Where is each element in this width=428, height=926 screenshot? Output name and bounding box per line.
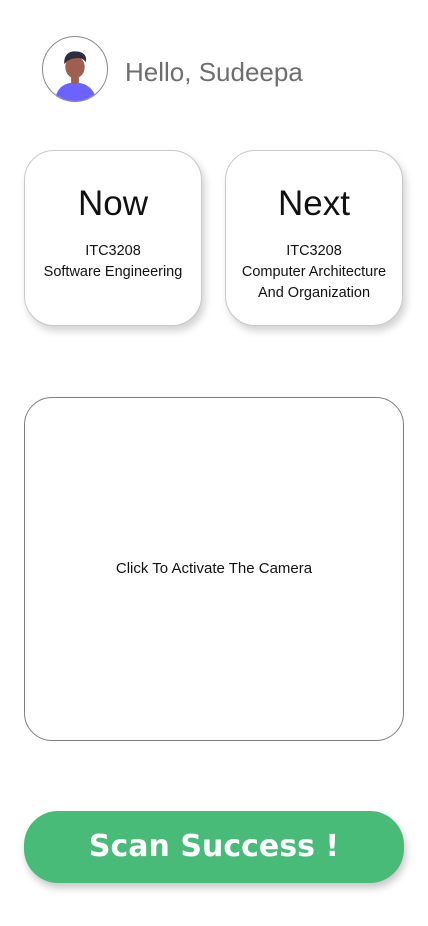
course-code: ITC3208 xyxy=(85,243,141,259)
course-name: Computer Architecture xyxy=(241,264,387,280)
next-class-card[interactable]: Next ITC3208 Computer Architecture And O… xyxy=(225,150,403,326)
avatar[interactable] xyxy=(42,36,108,102)
course-code: ITC3208 xyxy=(286,243,342,259)
current-class-card[interactable]: Now ITC3208 Software Engineering xyxy=(24,150,202,326)
card-details-now: ITC3208 Software Engineering xyxy=(25,241,201,283)
card-details-next: ITC3208 Computer Architecture And Organi… xyxy=(226,241,402,304)
camera-prompt-text: Click To Activate The Camera xyxy=(115,560,313,577)
attendance-screen: Hello, Sudeepa Now ITC3208 Software Engi… xyxy=(0,0,428,926)
card-title-now: Now xyxy=(77,184,149,223)
user-avatar-icon xyxy=(54,51,98,101)
scan-success-button[interactable]: Scan Success ! xyxy=(24,811,404,883)
course-name: Software Engineering xyxy=(43,264,183,280)
greeting-text: Hello, Sudeepa xyxy=(125,57,303,87)
card-title-next: Next xyxy=(278,184,350,223)
course-name-continued: And Organization xyxy=(257,285,371,301)
camera-activation-area[interactable]: Click To Activate The Camera xyxy=(24,397,404,741)
